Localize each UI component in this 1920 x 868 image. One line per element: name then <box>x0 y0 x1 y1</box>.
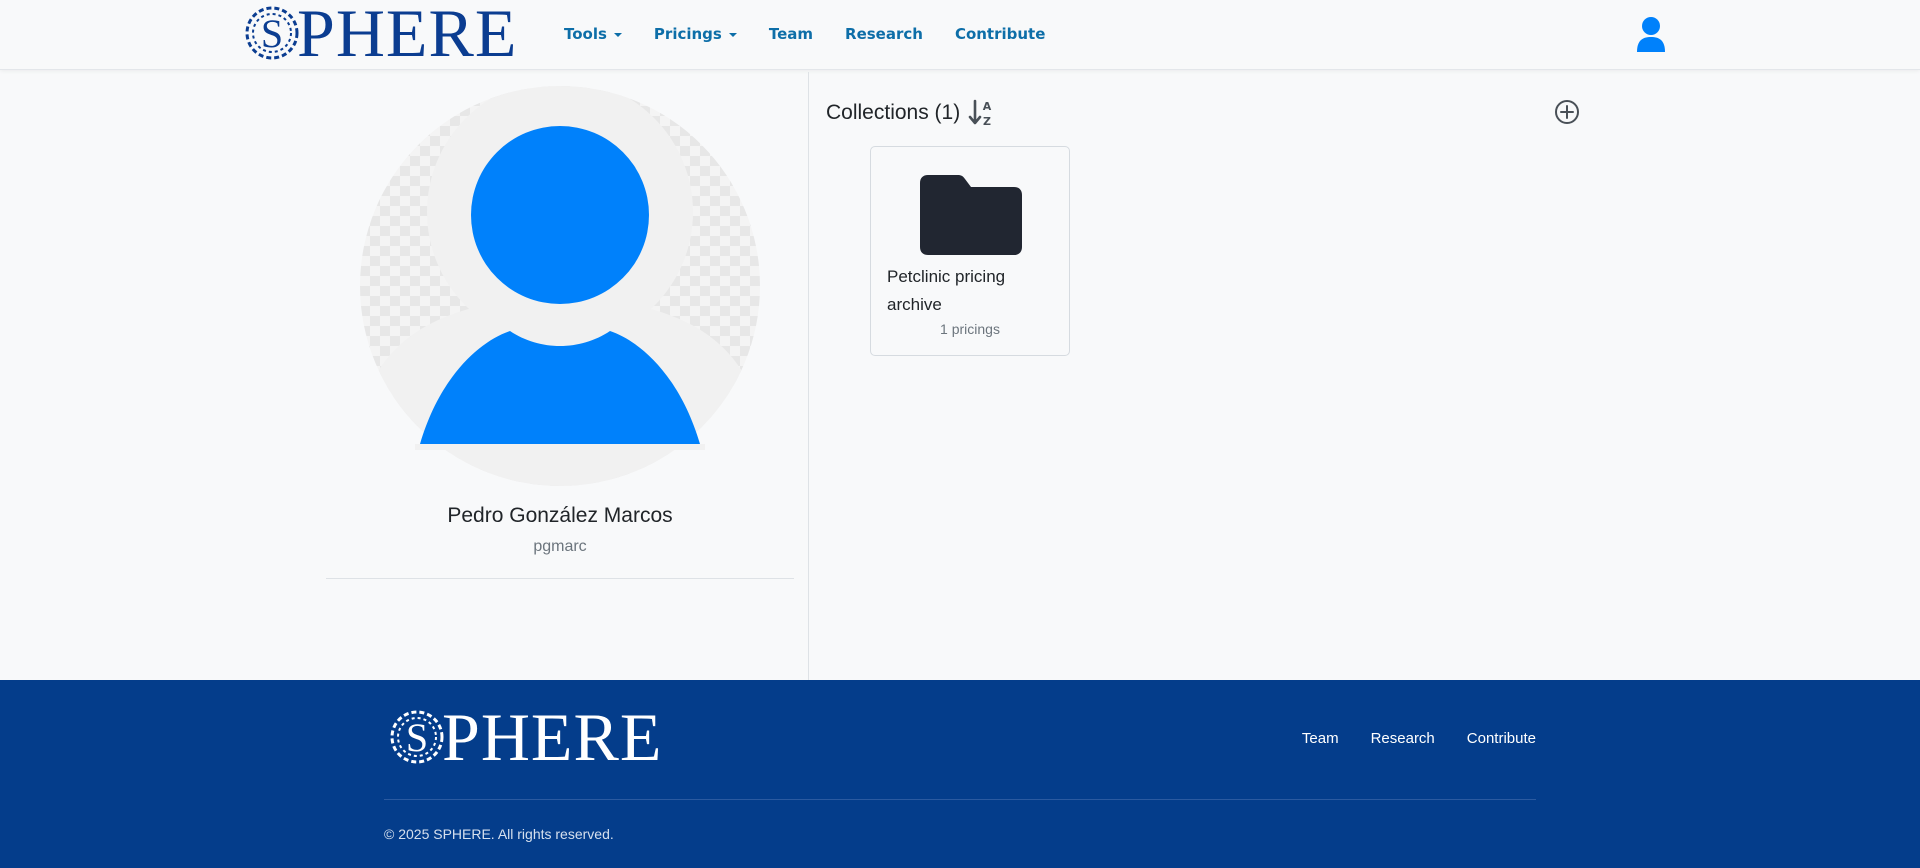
sphere-logo-icon: S <box>245 6 299 60</box>
sort-alpha-down-icon[interactable]: A Z <box>968 98 994 128</box>
folder-icon <box>920 175 1022 255</box>
nav-contribute-label: Contribute <box>954 25 1046 43</box>
profile-username: pgmarc <box>533 538 587 555</box>
nav-research-label: Research <box>845 25 923 43</box>
nav-pricings-label: Pricings <box>653 25 722 43</box>
top-navbar: S PHERE Tools Pricings Team Research Con… <box>0 0 1920 70</box>
nav-tools-label: Tools <box>564 25 607 43</box>
footer-link-team[interactable]: Team <box>1302 730 1339 747</box>
collections-header: Collections (1) A Z <box>826 98 994 128</box>
collections-title: Collections (1) <box>826 101 961 124</box>
nav-tools[interactable]: Tools <box>564 25 622 43</box>
nav-team[interactable]: Team <box>769 25 813 43</box>
nav-pricings[interactable]: Pricings <box>654 25 737 43</box>
footer-brand-logo[interactable]: S PHERE <box>390 699 663 775</box>
collection-name: Petclinic pricing archive <box>887 267 1006 314</box>
nav-team-label: Team <box>768 25 814 43</box>
collection-card[interactable]: Petclinic pricing archive 1 pricings <box>870 146 1070 356</box>
avatar <box>360 86 760 486</box>
brand-name: PHERE <box>297 0 518 71</box>
footer-brand-name: PHERE <box>442 699 663 775</box>
profile-name: Pedro González Marcos <box>447 504 673 527</box>
nav-research[interactable]: Research <box>845 25 923 43</box>
footer-logo-mark: S <box>406 715 428 760</box>
svg-text:Z: Z <box>983 115 991 128</box>
chevron-down-icon <box>613 33 622 37</box>
logo-mark: S <box>261 11 283 56</box>
collection-count: 1 pricings <box>940 321 1000 337</box>
footer-copyright: © 2025 SPHERE. All rights reserved. <box>384 826 614 842</box>
footer: S PHERE Team Research Contribute © 2025 … <box>0 680 1920 868</box>
vertical-divider <box>808 72 809 680</box>
profile-panel: Pedro González Marcos pgmarc <box>326 72 794 580</box>
user-icon[interactable] <box>1635 16 1667 52</box>
nav-links: Tools Pricings Team Research Contribute <box>564 0 1077 68</box>
chevron-down-icon <box>728 33 737 37</box>
profile-divider <box>326 578 794 579</box>
footer-link-contribute[interactable]: Contribute <box>1467 730 1536 747</box>
sphere-logo-icon: S <box>390 710 444 764</box>
brand-logo[interactable]: S PHERE <box>245 0 518 71</box>
footer-link-research[interactable]: Research <box>1371 730 1435 747</box>
footer-divider <box>384 799 1536 800</box>
plus-circle-icon[interactable] <box>1554 99 1580 125</box>
svg-text:A: A <box>983 100 992 113</box>
nav-contribute[interactable]: Contribute <box>955 25 1045 43</box>
footer-links: Team Research Contribute <box>1270 730 1536 747</box>
